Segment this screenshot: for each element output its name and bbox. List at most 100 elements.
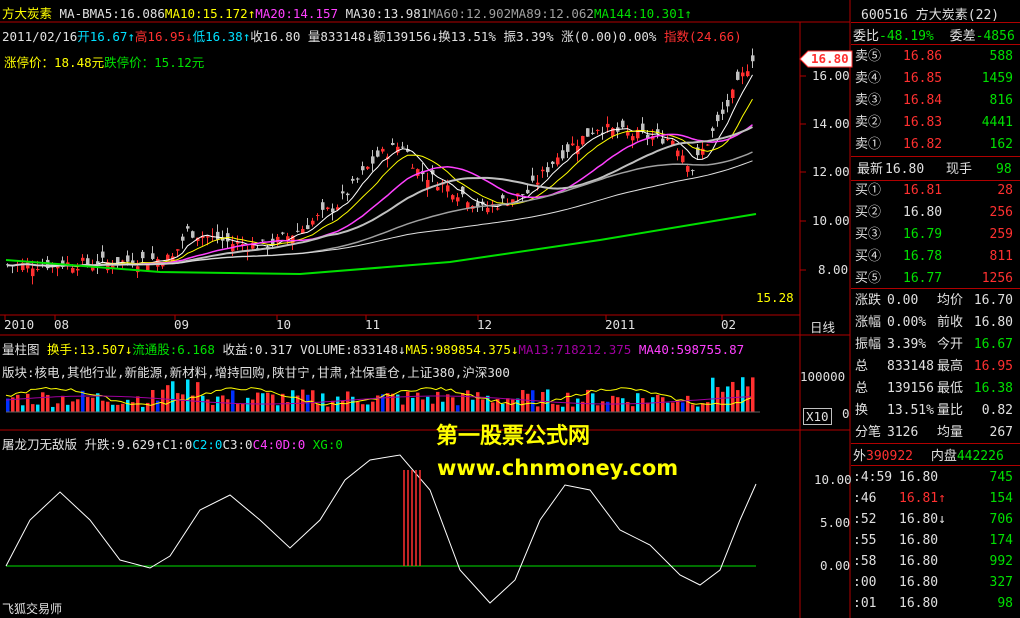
candle-body: [371, 156, 375, 164]
volume-bar: [351, 396, 355, 412]
ask-label: 卖①: [855, 137, 882, 152]
candle-body: [331, 208, 335, 213]
indicator-c3: C3:0: [222, 437, 253, 452]
stat-row[interactable]: 涨跌 0.00 均价 16.70: [851, 290, 1015, 312]
volume-bar: [576, 398, 580, 412]
stat-label: 前收: [937, 315, 964, 330]
stat-row[interactable]: 总 139156 最低 16.38: [851, 378, 1015, 400]
stat-row[interactable]: 换 13.51% 量比 0.82: [851, 400, 1015, 422]
candle-body: [526, 189, 530, 194]
bid-label: 买⑤: [855, 271, 882, 286]
volume-bar: [681, 402, 685, 412]
ask-price: 16.86: [903, 49, 943, 64]
volume-bar: [161, 389, 165, 412]
tick-row[interactable]: :55 16.80 174: [851, 530, 1015, 552]
candle-body: [356, 178, 360, 180]
latest-label: 最新: [857, 162, 884, 177]
quote-code-name: 600516 方大炭素: [861, 8, 968, 23]
candle-body: [751, 55, 755, 62]
stat-row[interactable]: 总 833148 最高 16.95: [851, 356, 1015, 378]
volume-bar: [371, 401, 375, 412]
bid-volume: 811: [989, 249, 1013, 264]
volume-bar: [131, 402, 135, 412]
candle-body: [731, 89, 735, 98]
candle-body: [501, 195, 505, 199]
ask-row[interactable]: 卖⑤ 16.86 588: [851, 46, 1015, 68]
bid-price: 16.80: [903, 205, 943, 220]
bid-row[interactable]: 买① 16.81 28: [851, 180, 1015, 202]
bid-row[interactable]: 买③ 16.79 259: [851, 224, 1015, 246]
bar-date: 2011/02/16: [2, 29, 78, 44]
ask-row[interactable]: 卖④ 16.85 1459: [851, 68, 1015, 90]
ma5-value: MA5:16.086: [89, 6, 165, 21]
candle-body: [586, 128, 590, 137]
stat-value: 0.00: [887, 293, 919, 308]
vol-income: 收益:0.317: [222, 342, 293, 357]
ma5-line: [7, 74, 753, 268]
volume-bar: [456, 405, 460, 412]
change-value: 涨(0.00)0.00%: [561, 29, 657, 44]
tick-row[interactable]: :58 16.80 992: [851, 551, 1015, 573]
volume-bar: [16, 394, 20, 412]
bid-label: 买③: [855, 227, 882, 242]
candle-body: [351, 178, 355, 181]
ask-row[interactable]: 卖② 16.83 4441: [851, 112, 1015, 134]
volume-bar: [471, 399, 475, 412]
stat-row[interactable]: 振幅 3.39% 今开 16.67: [851, 334, 1015, 356]
bid-row[interactable]: 买④ 16.78 811: [851, 246, 1015, 268]
volume-bar: [561, 406, 565, 412]
tick-row[interactable]: :4:59 16.80 745: [851, 467, 1015, 489]
candle-body: [486, 207, 490, 213]
stat-row[interactable]: 涨幅 0.00% 前收 16.80: [851, 312, 1015, 334]
candle-body: [126, 255, 130, 262]
tick-price: 16.80: [899, 596, 939, 611]
bid-volume: 256: [989, 205, 1013, 220]
period-button[interactable]: 日线: [810, 317, 835, 336]
ma60-line: [7, 151, 753, 267]
candle-body: [101, 251, 105, 258]
candle-body: [326, 207, 330, 210]
volume-bar: [711, 377, 715, 412]
volume-bar: [401, 404, 405, 412]
tick-row[interactable]: :46 16.81↑ 154: [851, 488, 1015, 510]
volume-bar: [481, 399, 485, 412]
ask-row[interactable]: 卖③ 16.84 816: [851, 90, 1015, 112]
candle-body: [316, 215, 320, 217]
candle-body: [391, 142, 395, 145]
stat-row[interactable]: 分笔 3126 均量 267: [851, 422, 1015, 444]
stat-label: 今开: [937, 337, 964, 352]
bid-row[interactable]: 买⑤ 16.77 1256: [851, 268, 1015, 290]
volume-bar: [666, 402, 670, 412]
ma89-value: MA89:12.062: [511, 6, 594, 21]
tick-volume: 174: [989, 533, 1013, 548]
tick-row[interactable]: :00 16.80 327: [851, 572, 1015, 594]
candle-body: [681, 155, 685, 163]
weibi-label: 委比: [853, 29, 880, 44]
ma30-value: MA30:13.981: [345, 6, 429, 21]
ask-price: 16.85: [903, 71, 943, 86]
ask-label: 卖⑤: [855, 49, 882, 64]
candle-body: [446, 185, 450, 192]
volume-bar: [51, 406, 55, 412]
time-axis-label: 10: [276, 317, 292, 332]
tick-row[interactable]: :52 16.80↓ 706: [851, 509, 1015, 531]
volume-bar: [226, 399, 230, 412]
vol-turnover: 换手:13.507↓: [47, 342, 133, 357]
candle-body: [346, 193, 350, 196]
volume-scale-button[interactable]: X10: [803, 408, 832, 425]
volume-bar: [316, 403, 320, 412]
bid-label: 买①: [855, 183, 882, 198]
bid-row[interactable]: 买② 16.80 256: [851, 202, 1015, 224]
tick-volume: 327: [989, 575, 1013, 590]
ask-row[interactable]: 卖① 16.82 162: [851, 134, 1015, 156]
volume-bar: [451, 397, 455, 412]
ma10-line: [7, 98, 753, 268]
tick-row[interactable]: :01 16.80 98: [851, 593, 1015, 615]
time-axis-label: 2011: [605, 317, 636, 332]
stat-label: 最低: [937, 381, 964, 396]
volume-bar: [256, 392, 260, 412]
candle-body: [531, 175, 535, 181]
volume-bar: [601, 401, 605, 412]
open-value: 开16.67↑: [77, 29, 135, 44]
stat-value: 139156: [887, 381, 934, 396]
